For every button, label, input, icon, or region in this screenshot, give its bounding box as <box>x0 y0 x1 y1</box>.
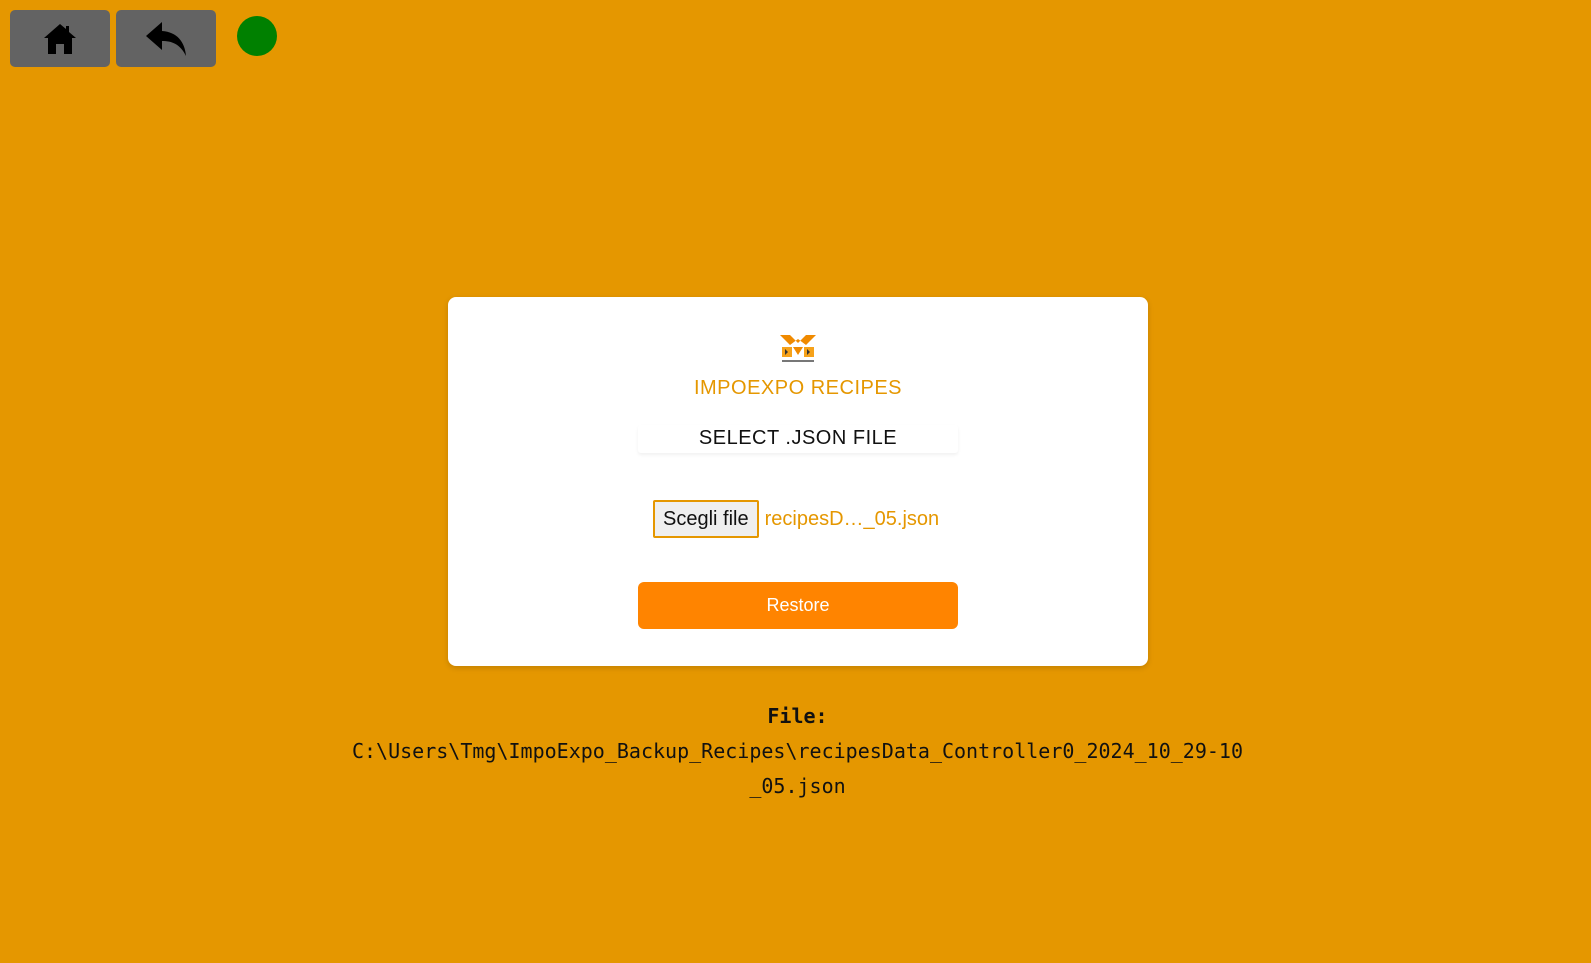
file-info: File: C:\Users\Tmg\ImpoExpo_Backup_Recip… <box>0 699 1591 804</box>
home-button[interactable] <box>10 10 110 67</box>
choose-file-button[interactable]: Scegli file <box>653 500 759 538</box>
file-label: File: <box>767 704 828 728</box>
back-button[interactable] <box>116 10 216 67</box>
app-title: IMPOEXPO RECIPES <box>693 377 903 399</box>
restore-button[interactable]: Restore <box>638 582 958 629</box>
restore-card: IMPOEXPO RECIPES SELECT .JSON FILE Scegl… <box>448 297 1148 666</box>
file-path: C:\Users\Tmg\ImpoExpo_Backup_Recipes\rec… <box>351 739 1244 798</box>
connection-status-indicator <box>237 15 277 56</box>
tmg-logo <box>780 335 816 362</box>
select-file-label: SELECT .JSON FILE <box>638 425 958 453</box>
selected-file-name: recipesD…_05.json <box>764 507 940 530</box>
back-arrow-icon <box>146 21 186 56</box>
top-toolbar <box>10 10 277 67</box>
home-icon <box>44 23 76 54</box>
file-input[interactable]: Scegli file recipesD…_05.json <box>653 500 939 538</box>
